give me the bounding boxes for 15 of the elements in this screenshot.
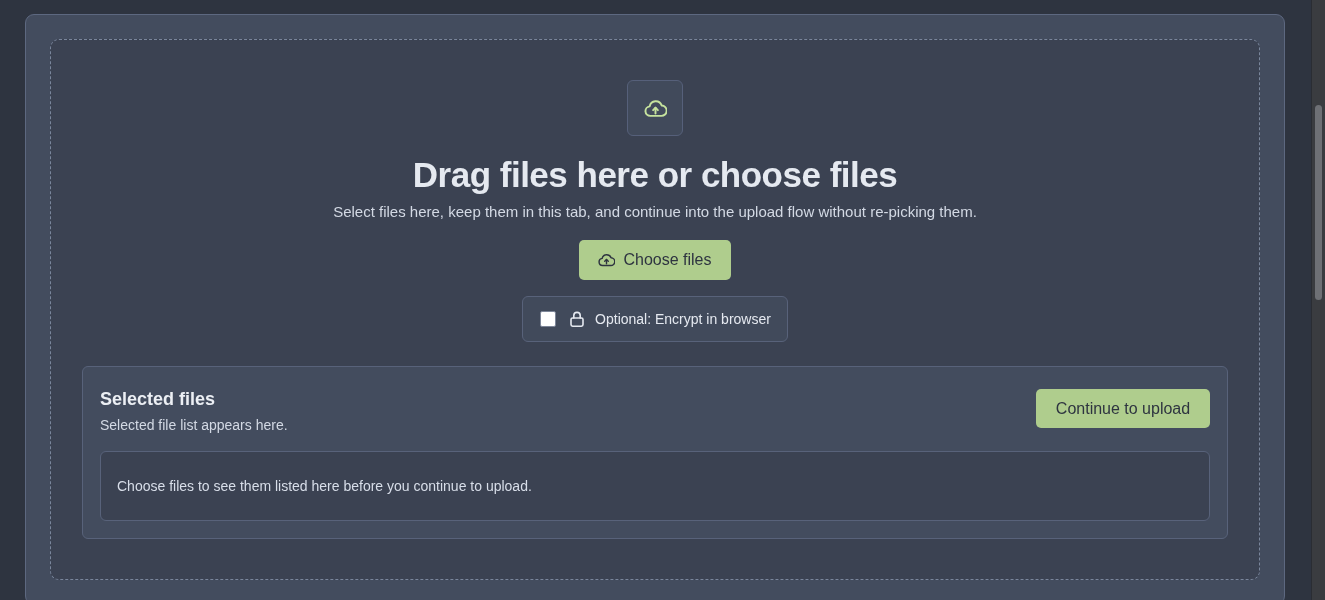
encrypt-option[interactable]: Optional: Encrypt in browser bbox=[522, 296, 788, 342]
encrypt-label: Optional: Encrypt in browser bbox=[595, 311, 771, 327]
selected-files-subtitle: Selected file list appears here. bbox=[100, 416, 288, 434]
dropzone-title: Drag files here or choose files bbox=[412, 154, 898, 196]
file-list-empty-message: Choose files to see them listed here before you continue to upload. bbox=[100, 451, 1210, 521]
encrypt-checkbox[interactable] bbox=[540, 311, 557, 327]
scrollbar[interactable] bbox=[1311, 0, 1325, 600]
lock-icon bbox=[570, 311, 585, 327]
selected-files-title: Selected files bbox=[100, 388, 217, 411]
dropzone-description: Select files here, keep them in this tab, and continue into the upload flow without re-picking them. bbox=[333, 202, 977, 222]
cloud-upload-icon bbox=[627, 80, 683, 136]
continue-upload-button[interactable]: Continue to upload bbox=[1036, 389, 1210, 428]
choose-files-button[interactable]: Choose files bbox=[579, 240, 731, 280]
scrollbar-thumb[interactable] bbox=[1315, 105, 1322, 300]
cloud-upload-icon bbox=[598, 253, 616, 267]
